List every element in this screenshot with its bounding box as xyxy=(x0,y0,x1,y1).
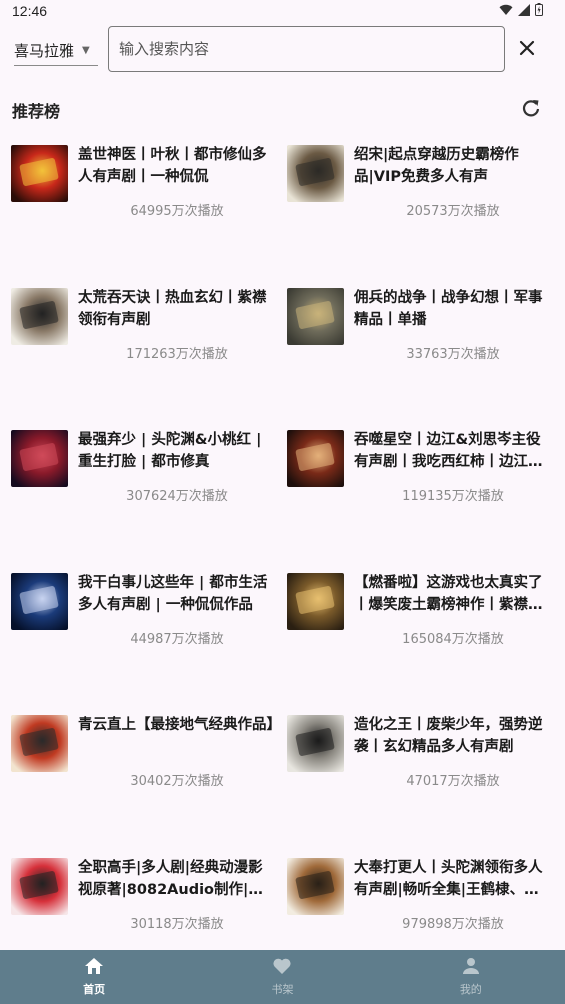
book-title: 太荒吞天诀丨热血玄幻丨紫襟领衔有声剧 xyxy=(78,289,267,328)
play-count: 979898万次播放 xyxy=(402,916,504,932)
nav-label: 书架 xyxy=(271,983,294,996)
book-card[interactable]: 造化之王丨废柴少年，强势逆袭丨玄幻精品多人有声剧 47017万次播放 xyxy=(276,708,552,851)
play-count: 171263万次播放 xyxy=(126,346,228,362)
book-title: 绍宋|起点穿越历史霸榜作品|VIP免费多人有声 xyxy=(354,147,519,185)
book-card[interactable]: 吞噬星空丨边江&刘思岑主役有声剧丨我吃西红柿丨边江团队 119135万次播放 xyxy=(276,423,552,566)
play-count: 30402万次播放 xyxy=(130,774,224,789)
battery-icon xyxy=(535,3,543,16)
book-title: 最强弃少 | 头陀渊&小桃红 | 重生打脸 | 都市修真 xyxy=(78,432,262,470)
play-count: 64995万次播放 xyxy=(130,204,224,219)
book-cover-image xyxy=(287,430,344,487)
book-title: 大奉打更人丨头陀渊领衔多人有声剧|畅听全集|王鹤棣、田曦薇主演 xyxy=(354,859,543,898)
chevron-down-icon: ▼ xyxy=(82,45,90,56)
book-title: 佣兵的战争丨战争幻想丨军事精品丨单播 xyxy=(354,289,543,328)
book-title: 我干白事儿这些年 | 都市生活多人有声剧 | 一种侃侃作品 xyxy=(78,574,268,613)
book-cover-image xyxy=(287,572,344,630)
home-icon xyxy=(84,957,104,979)
book-cover-image xyxy=(287,287,344,345)
book-title: 【燃番啦】这游戏也太真实了丨爆笑废土霸榜神作丨紫襟领衔 xyxy=(354,574,543,613)
close-icon xyxy=(519,40,535,56)
book-title: 青云直上【最接地气经典作品】 xyxy=(78,717,276,733)
book-cover-image xyxy=(11,857,68,915)
search-bar: 喜马拉雅 ▼ xyxy=(0,24,565,76)
bottom-nav: 首页 书架 我的 xyxy=(0,950,565,1004)
play-count: 119135万次播放 xyxy=(402,489,504,504)
play-count: 47017万次播放 xyxy=(406,774,500,789)
section-header: 推荐榜 xyxy=(0,92,565,126)
play-count: 20573万次播放 xyxy=(406,204,500,219)
book-card[interactable]: 佣兵的战争丨战争幻想丨军事精品丨单播 33763万次播放 xyxy=(276,281,552,424)
search-field[interactable] xyxy=(108,26,505,72)
book-title: 造化之王丨废柴少年，强势逆袭丨玄幻精品多人有声剧 xyxy=(354,717,543,755)
heart-icon xyxy=(272,957,292,979)
play-count: 44987万次播放 xyxy=(130,631,224,647)
refresh-button[interactable] xyxy=(521,98,541,118)
play-count: 307624万次播放 xyxy=(126,489,228,504)
status-bar: 12:46 xyxy=(0,0,565,24)
nav-item-0[interactable]: 首页 xyxy=(0,950,188,1004)
book-cover-image xyxy=(287,715,344,772)
book-card[interactable]: 绍宋|起点穿越历史霸榜作品|VIP免费多人有声 20573万次播放 xyxy=(276,138,552,281)
book-card[interactable]: 青云直上【最接地气经典作品】 30402万次播放 xyxy=(0,708,276,851)
search-input[interactable] xyxy=(119,40,504,58)
signal-icon xyxy=(518,3,530,16)
book-card[interactable]: 最强弃少 | 头陀渊&小桃红 | 重生打脸 | 都市修真 307624万次播放 xyxy=(0,423,276,566)
person-icon xyxy=(461,957,481,979)
nav-label: 首页 xyxy=(83,983,106,996)
close-button[interactable] xyxy=(517,38,537,58)
play-count: 33763万次播放 xyxy=(406,346,500,362)
book-title: 盖世神医丨叶秋丨都市修仙多人有声剧丨一种侃侃 xyxy=(78,147,267,185)
book-title: 吞噬星空丨边江&刘思岑主役有声剧丨我吃西红柿丨边江团队 xyxy=(354,432,543,470)
source-dropdown[interactable]: 喜马拉雅 ▼ xyxy=(14,36,98,66)
nav-item-1[interactable]: 书架 xyxy=(188,950,376,1004)
book-card[interactable]: 太荒吞天诀丨热血玄幻丨紫襟领衔有声剧 171263万次播放 xyxy=(0,281,276,424)
book-card[interactable]: 我干白事儿这些年 | 都市生活多人有声剧 | 一种侃侃作品 44987万次播放 xyxy=(0,566,276,709)
book-cover-image xyxy=(11,572,68,630)
book-title: 全职高手|多人剧|经典动漫影视原著|8082Audio制作|热血电竞 xyxy=(78,859,263,898)
source-dropdown-value: 喜马拉雅 xyxy=(14,42,75,60)
nav-item-2[interactable]: 我的 xyxy=(377,950,565,1004)
book-cover-image xyxy=(11,715,68,772)
status-time: 12:46 xyxy=(12,3,48,19)
section-title: 推荐榜 xyxy=(12,102,61,121)
wifi-icon xyxy=(499,4,513,15)
book-cover-image xyxy=(11,430,68,487)
book-card[interactable]: 盖世神医丨叶秋丨都市修仙多人有声剧丨一种侃侃 64995万次播放 xyxy=(0,138,276,281)
book-card[interactable]: 【燃番啦】这游戏也太真实了丨爆笑废土霸榜神作丨紫襟领衔 165084万次播放 xyxy=(276,566,552,709)
play-count: 30118万次播放 xyxy=(130,916,224,932)
book-cover-image xyxy=(11,287,68,345)
book-grid: 盖世神医丨叶秋丨都市修仙多人有声剧丨一种侃侃 64995万次播放 绍宋|起点穿越历史… xyxy=(0,138,565,993)
refresh-icon xyxy=(522,100,540,117)
book-cover-image xyxy=(287,145,344,202)
book-cover-image xyxy=(287,857,344,915)
play-count: 165084万次播放 xyxy=(402,631,504,647)
status-icons xyxy=(499,3,543,16)
book-cover-image xyxy=(11,145,68,202)
nav-label: 我的 xyxy=(459,983,482,996)
